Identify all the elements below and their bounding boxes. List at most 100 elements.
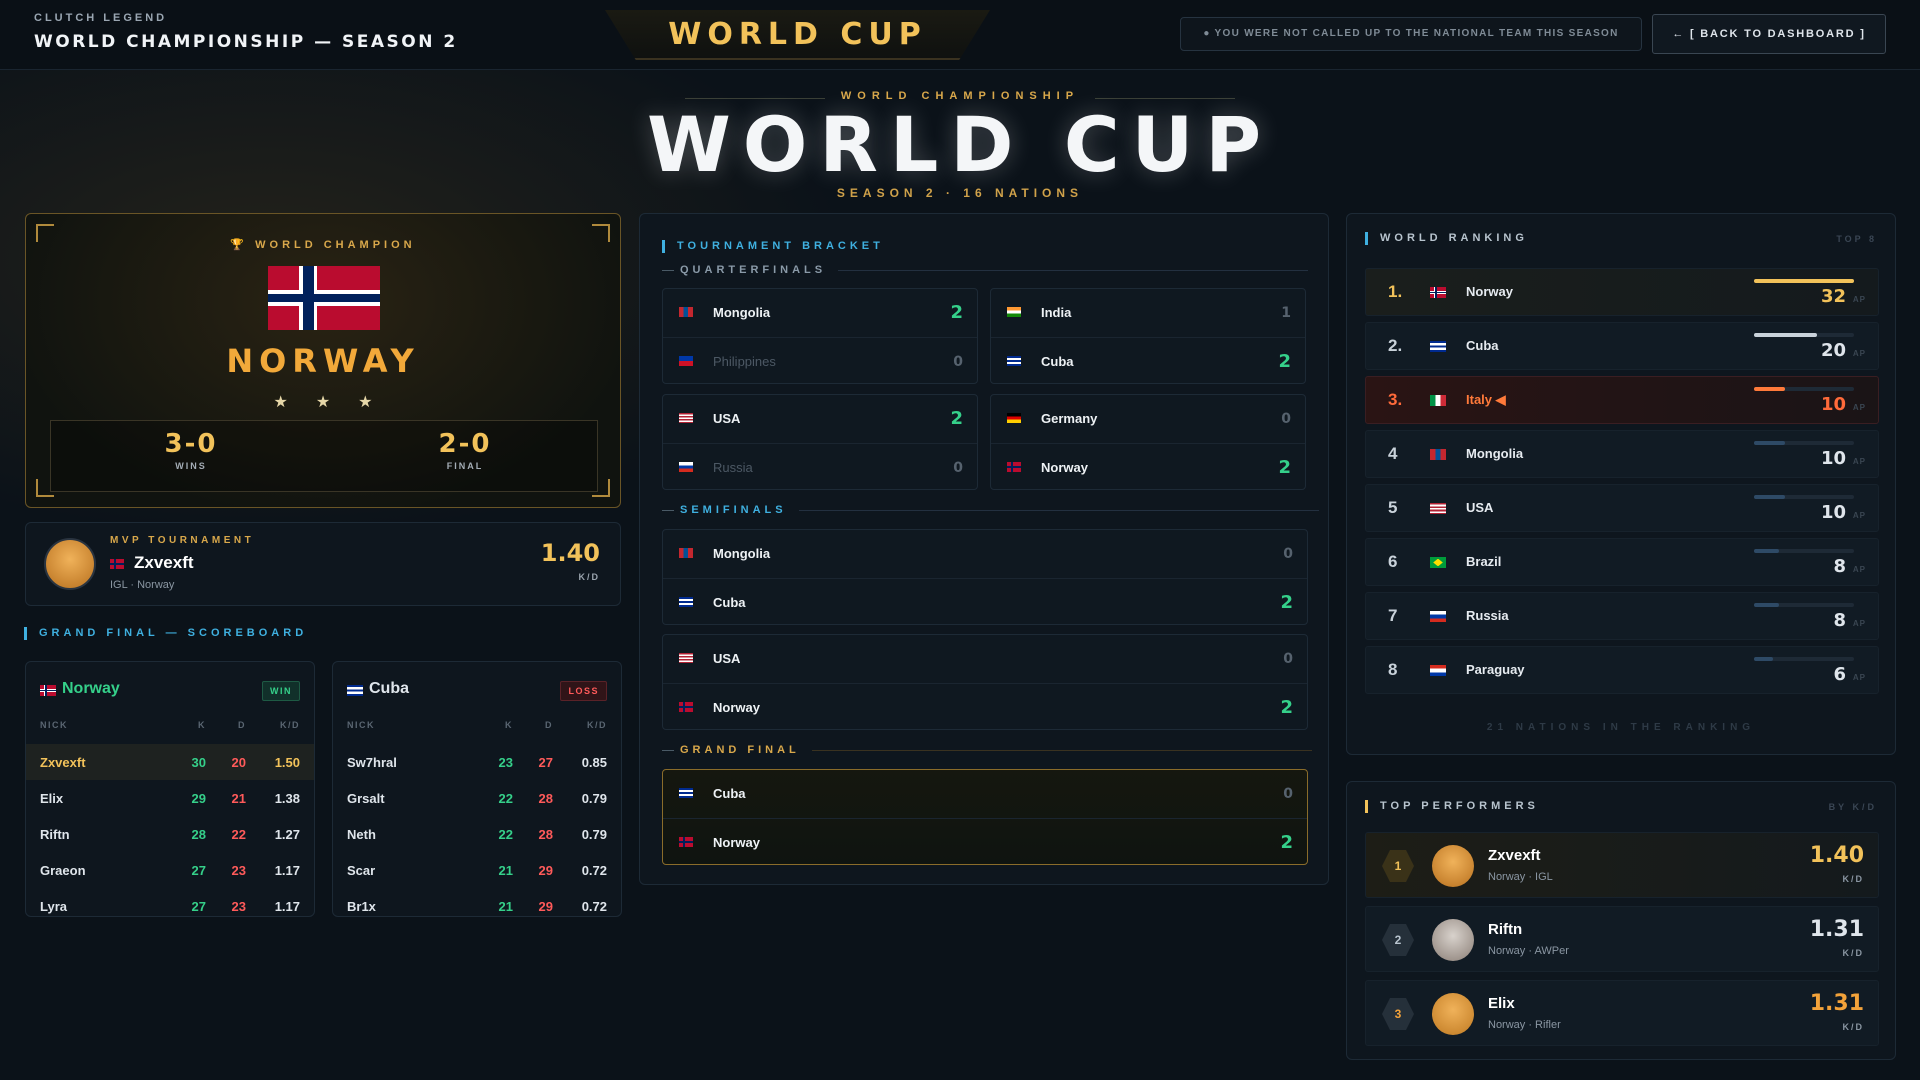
- back-to-dashboard-button[interactable]: ← [ BACK TO DASHBOARD ]: [1652, 14, 1886, 54]
- team-name: Cuba: [713, 595, 746, 610]
- russia-flag-icon: [679, 462, 693, 472]
- player-deaths: 29: [538, 899, 553, 914]
- final-stat: 2-0 FINAL: [365, 429, 565, 471]
- ranking-points: 20: [1820, 340, 1846, 361]
- player-deaths: 22: [231, 827, 246, 842]
- performer-role: Norway · Rifler: [1488, 1019, 1561, 1031]
- player-kd: 0.79: [581, 827, 607, 842]
- team-score: 2: [1278, 351, 1291, 372]
- bracket-match: India 1 Cuba 2: [990, 288, 1306, 384]
- player-deaths: 20: [231, 755, 246, 770]
- player-nick: Riftn: [40, 827, 70, 842]
- bracket-match: USA 0 Norway 2: [662, 634, 1308, 730]
- final-label: FINAL: [446, 461, 484, 471]
- table-row: Br1x 21 29 0.72: [333, 888, 621, 924]
- quarterfinals-label-text: QUARTERFINALS: [680, 264, 827, 276]
- rank-hex-badge: 2: [1382, 924, 1414, 956]
- grand-final-scoreboard-heading: GRAND FINAL — SCOREBOARD: [24, 627, 307, 640]
- ranking-points-bar: [1754, 495, 1854, 499]
- performer-kd: 1.31: [1809, 917, 1864, 942]
- ranking-row: 3. Italy ◀ 10 AP: [1365, 376, 1879, 424]
- ranking-team-name: USA: [1466, 500, 1494, 515]
- ranking-position: 6: [1388, 552, 1398, 571]
- team-name: USA: [713, 411, 741, 426]
- ranking-points: 10: [1820, 394, 1846, 415]
- player-deaths: 27: [538, 755, 553, 770]
- match-team-row: Cuba 0: [663, 770, 1307, 817]
- col-d: D: [238, 720, 246, 730]
- performer-avatar: [1432, 845, 1474, 887]
- ranking-points: 10: [1820, 448, 1846, 469]
- table-row: Riftn 28 22 1.27: [26, 816, 314, 852]
- semifinals-label-text: SEMIFINALS: [680, 504, 787, 516]
- usa-flag-icon: [679, 413, 693, 423]
- col-d: D: [545, 720, 553, 730]
- table-row: Sw7hral 23 27 0.85: [333, 744, 621, 780]
- team-name: Norway: [713, 700, 760, 715]
- norway-flag-icon: [679, 702, 693, 712]
- match-team-row: Germany 0: [991, 395, 1305, 442]
- player-kills: 22: [498, 827, 513, 842]
- table-row: Scar 21 29 0.72: [333, 852, 621, 888]
- team-name: Cuba: [369, 680, 409, 697]
- team-score: 1: [1281, 305, 1291, 321]
- paraguay-flag-icon: [1430, 665, 1446, 676]
- player-kd: 1.17: [274, 863, 300, 878]
- table-row: Graeon 27 23 1.17: [26, 852, 314, 888]
- scoreboard-header: Cuba LOSS: [347, 676, 607, 706]
- ranking-points: 8: [1833, 610, 1846, 631]
- team-score: 0: [953, 460, 963, 476]
- ranking-position: 2.: [1388, 336, 1403, 355]
- match-team-row: Russia 0: [663, 443, 977, 490]
- mongolia-flag-icon: [1430, 449, 1446, 460]
- ranking-points-bar: [1754, 279, 1854, 283]
- ranking-row: 6 Brazil 8 AP: [1365, 538, 1879, 586]
- cuba-flag-icon: [679, 788, 693, 798]
- scoreboard-column-headers: NICK K D K/D: [40, 720, 300, 734]
- ranking-position: 3.: [1388, 390, 1403, 409]
- philippines-flag-icon: [679, 356, 693, 366]
- match-team-row: Philippines 0: [663, 337, 977, 384]
- champion-stars: ★★★: [273, 394, 401, 411]
- world-ranking-panel: WORLD RANKING TOP 8 1. Norway 32 AP 2. Cuba 20…: [1346, 213, 1896, 755]
- cuba-flag-icon: [347, 685, 363, 696]
- performer-role: Norway · AWPer: [1488, 945, 1569, 957]
- ranking-team-name: Italy ◀: [1466, 392, 1506, 407]
- cuba-flag-icon: [1007, 356, 1021, 366]
- player-kd: 1.50: [274, 755, 300, 770]
- match-team-row: Norway 2: [663, 818, 1307, 865]
- brazil-flag-icon: [1430, 557, 1446, 568]
- hero-subtitle: SEASON 2 · 16 NATIONS: [836, 186, 1084, 200]
- performer-kd: 1.40: [1809, 843, 1864, 868]
- col-kd: K/D: [280, 720, 300, 730]
- player-nick: Graeon: [40, 863, 86, 878]
- callup-notice: ● YOU WERE NOT CALLED UP TO THE NATIONAL…: [1180, 17, 1642, 51]
- player-deaths: 28: [538, 791, 553, 806]
- match-team-row: USA 0: [663, 635, 1307, 682]
- ranking-position: 1.: [1388, 282, 1403, 301]
- ranking-points-unit: AP: [1852, 295, 1866, 304]
- ranking-points-bar-fill: [1754, 441, 1785, 445]
- world-champion-label: 🏆 WORLD CHAMPION: [230, 239, 416, 251]
- team-score: 2: [1278, 457, 1291, 478]
- player-kd: 0.85: [581, 755, 607, 770]
- top-performers-panel: TOP PERFORMERS BY K/D 1 Zxvexft Norway · I…: [1346, 781, 1896, 1060]
- player-nick: Lyra: [40, 899, 67, 914]
- grand-final-label-text: GRAND FINAL: [680, 744, 800, 756]
- player-kills: 27: [191, 899, 206, 914]
- player-kd: 0.72: [581, 863, 607, 878]
- ranking-points-unit: AP: [1852, 673, 1866, 682]
- norway-flag-icon: [679, 837, 693, 847]
- team-name: Mongolia: [713, 305, 771, 320]
- ranking-team-name: Russia: [1466, 608, 1509, 623]
- table-row: Neth 22 28 0.79: [333, 816, 621, 852]
- team-name: Mongolia: [713, 546, 771, 561]
- rank-hex-badge: 1: [1382, 850, 1414, 882]
- performer-row: 1 Zxvexft Norway · IGL 1.40 K/D: [1365, 832, 1879, 898]
- team-name: Cuba: [713, 786, 746, 801]
- ranking-points: 10: [1820, 502, 1846, 523]
- performer-name: Zxvexft: [1488, 847, 1541, 864]
- ranking-points-unit: AP: [1852, 349, 1866, 358]
- usa-flag-icon: [1430, 503, 1446, 514]
- mvp-name: Zxvexft: [134, 553, 194, 572]
